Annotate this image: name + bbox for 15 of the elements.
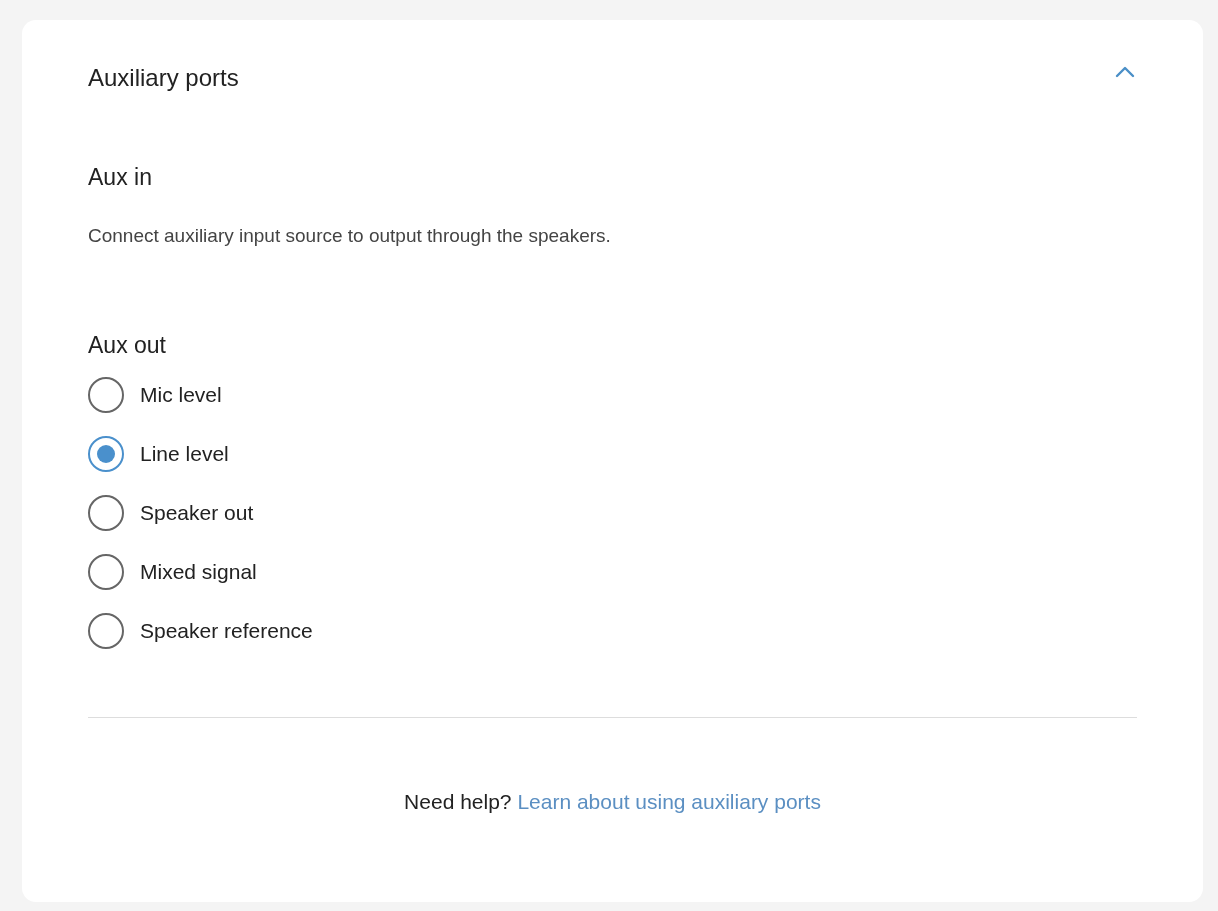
radio-label[interactable]: Mixed signal	[140, 560, 257, 584]
radio-button[interactable]	[88, 613, 124, 649]
description-text: Connect auxiliary input source to output through the speakers.	[88, 225, 612, 247]
help-text: Need help? Learn about using auxiliary ports	[403, 790, 822, 814]
radio-label[interactable]: Mic level	[140, 383, 222, 407]
radio-label[interactable]: Speaker reference	[140, 619, 313, 643]
radio-label[interactable]: Line level	[140, 442, 229, 466]
radio-button[interactable]	[88, 377, 124, 413]
subsection-heading: Aux in	[88, 163, 153, 191]
radio-button[interactable]	[88, 495, 124, 531]
subsection-heading: Aux out	[88, 331, 167, 359]
radio-label[interactable]: Speaker out	[140, 501, 254, 525]
radio-button[interactable]	[88, 436, 124, 472]
radio-button[interactable]	[88, 554, 124, 590]
chevron-icon	[1114, 65, 1136, 79]
